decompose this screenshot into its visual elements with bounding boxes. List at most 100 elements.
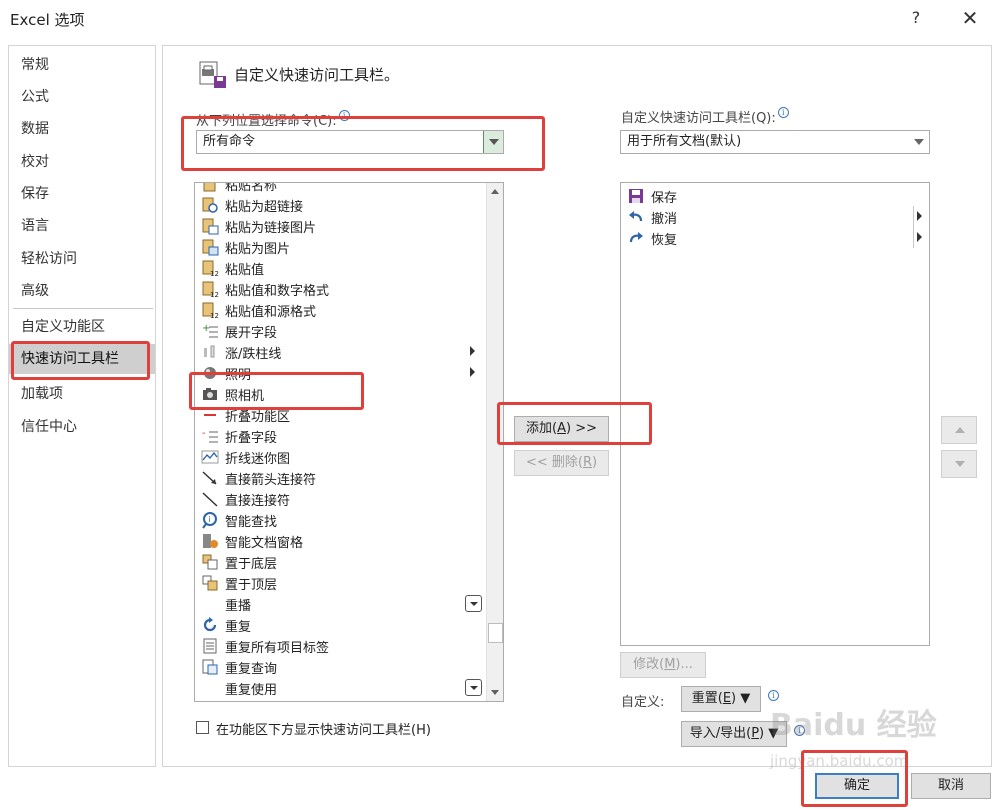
sidebar-item-proofing[interactable]: 校对	[9, 147, 155, 177]
move-down-button[interactable]	[941, 450, 977, 478]
list-item[interactable]: 涨/跌柱线	[195, 341, 485, 362]
scroll-up-icon[interactable]	[487, 183, 503, 200]
redo-icon	[629, 232, 643, 243]
list-item[interactable]: 直接连接符	[195, 488, 485, 509]
list-item[interactable]: + 展开字段	[195, 320, 485, 341]
qat-scope-dropdown[interactable]: 用于所有文档(默认)	[620, 130, 930, 154]
list-item[interactable]: 12 粘贴值	[195, 257, 485, 278]
chevron-right-icon[interactable]	[917, 211, 922, 221]
command-label: 置于底层	[225, 557, 278, 572]
list-item[interactable]: 恢复	[621, 227, 922, 248]
sidebar-item-advanced[interactable]: 高级	[9, 276, 155, 306]
chevron-right-icon[interactable]	[917, 232, 922, 242]
sidebar-item-language[interactable]: 语言	[9, 211, 155, 241]
show-below-ribbon-checkbox[interactable]	[196, 721, 209, 734]
dropdown-icon[interactable]	[465, 679, 482, 696]
list-item[interactable]: 粘贴名称	[195, 183, 485, 194]
sidebar-item-formulas[interactable]: 公式	[9, 82, 155, 112]
list-item[interactable]: 撤消	[621, 206, 922, 227]
commands-listbox[interactable]: 粘贴名称 粘贴为超链接 粘贴为链接图片 粘贴为图片 12 粘贴值 12 粘贴值和数字格式 12 粘…	[194, 182, 504, 702]
chevron-down-icon[interactable]	[483, 131, 503, 153]
list-item[interactable]: 置于顶层	[195, 572, 485, 593]
commands-scrollbar[interactable]	[486, 183, 503, 701]
show-below-ribbon-label: 在功能区下方显示快速访问工具栏(H)	[216, 723, 431, 738]
list-item[interactable]: 重播	[195, 593, 485, 614]
dropdown-icon[interactable]	[465, 595, 482, 612]
list-item[interactable]: 照明	[195, 362, 485, 383]
list-item[interactable]: 重复查询	[195, 656, 485, 677]
bring-to-front-icon	[202, 575, 218, 591]
undo-icon	[629, 211, 643, 222]
command-label: 重复使用	[225, 683, 278, 698]
command-label: 折叠功能区	[225, 410, 291, 425]
expand-field-icon: +	[202, 323, 218, 338]
cancel-button[interactable]: 取消	[911, 773, 991, 799]
list-item[interactable]: 保存	[621, 185, 911, 206]
scroll-down-icon[interactable]	[487, 684, 503, 701]
list-item[interactable]: 12 粘贴值和数字格式	[195, 278, 485, 299]
reset-button[interactable]: 重置(E) ▼	[681, 686, 761, 712]
sidebar-item-accessibility[interactable]: 轻松访问	[9, 244, 155, 274]
sidebar-item-general[interactable]: 常规	[9, 50, 155, 80]
repeat-item-labels-icon	[203, 638, 217, 654]
sidebar-item-save[interactable]: 保存	[9, 179, 155, 209]
import-export-button[interactable]: 导入/导出(P) ▼	[681, 721, 787, 747]
command-label: 照明	[225, 368, 252, 383]
command-label: 粘贴值	[225, 263, 265, 278]
send-to-back-icon	[202, 554, 218, 570]
qat-item-label: 保存	[651, 191, 678, 206]
paste-hyperlink-icon	[202, 197, 218, 213]
sidebar-item-addins[interactable]: 加载项	[9, 379, 155, 409]
list-item[interactable]: 直接箭头连接符	[195, 467, 485, 488]
command-label: 重复	[225, 620, 252, 635]
list-item[interactable]: 粘贴为超链接	[195, 194, 485, 215]
list-item[interactable]: i 智能查找	[195, 509, 485, 530]
command-label: 直接连接符	[225, 494, 291, 509]
list-item[interactable]: 折线迷你图	[195, 446, 485, 467]
sidebar-item-quick-access-toolbar[interactable]: 快速访问工具栏	[9, 344, 155, 374]
smart-lookup-icon: i	[202, 512, 217, 529]
remove-button[interactable]: << 删除(R)	[514, 450, 609, 476]
modify-button[interactable]: 修改(M)...	[620, 652, 706, 678]
list-item[interactable]: 重复所有项目标签	[195, 635, 485, 656]
chevron-right-icon[interactable]	[470, 346, 475, 356]
list-item[interactable]: 12 粘贴值和源格式	[195, 299, 485, 320]
list-item[interactable]: 粘贴为链接图片	[195, 215, 485, 236]
ok-button[interactable]: 确定	[815, 773, 899, 799]
choose-commands-label: 从下列位置选择命令(C): i	[196, 110, 350, 129]
help-button[interactable]: ?	[906, 8, 926, 28]
collapse-ribbon-icon	[204, 414, 216, 416]
qat-listbox[interactable]: 保存 撤消 恢复	[620, 182, 930, 646]
scroll-thumb[interactable]	[488, 623, 503, 643]
sidebar-item-trust-center[interactable]: 信任中心	[9, 412, 155, 442]
chevron-right-icon[interactable]	[470, 367, 475, 377]
split-divider	[913, 206, 914, 227]
command-label: 展开字段	[225, 326, 278, 341]
list-item[interactable]: 折叠功能区	[195, 404, 485, 425]
command-label: 粘贴为图片	[225, 242, 291, 257]
chevron-down-icon[interactable]	[909, 131, 929, 153]
lighting-icon	[204, 367, 216, 379]
line-sparkline-icon	[201, 450, 219, 464]
replay-icon	[201, 595, 219, 613]
list-item[interactable]: - 折叠字段	[195, 425, 485, 446]
list-item[interactable]: 照相机	[195, 383, 485, 404]
move-up-button[interactable]	[941, 416, 977, 444]
svg-text:i: i	[209, 515, 211, 524]
list-item[interactable]: 粘贴为图片	[195, 236, 485, 257]
list-item[interactable]: 置于底层	[195, 551, 485, 572]
quick-access-toolbar-icon	[199, 61, 226, 88]
add-button[interactable]: 添加(A) >>	[514, 416, 609, 442]
list-item[interactable]: 重复值	[195, 698, 485, 701]
customize-qat-label: 自定义快速访问工具栏(Q): i	[621, 107, 789, 126]
close-button[interactable]: ✕	[958, 6, 982, 30]
list-item[interactable]: 重复使用	[195, 677, 485, 698]
save-icon	[629, 189, 643, 203]
list-item[interactable]: 重复	[195, 614, 485, 635]
choose-commands-dropdown[interactable]: 所有命令	[196, 130, 504, 154]
svg-text:12: 12	[210, 270, 219, 277]
sidebar-item-data[interactable]: 数据	[9, 114, 155, 144]
sidebar-item-customize-ribbon[interactable]: 自定义功能区	[9, 312, 155, 342]
window-title: Excel 选项	[10, 11, 85, 29]
list-item[interactable]: 智能文档窗格	[195, 530, 485, 551]
